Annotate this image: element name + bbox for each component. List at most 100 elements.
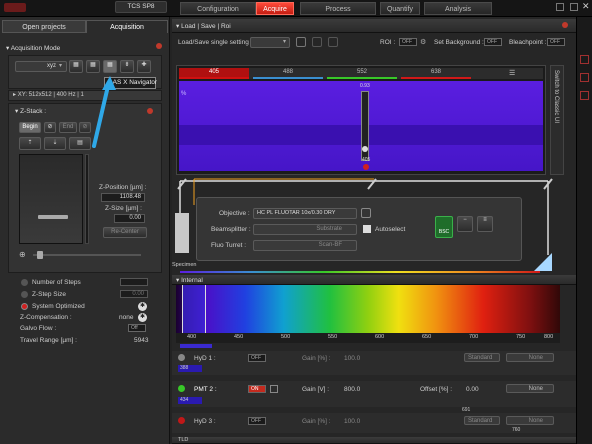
recenter-button[interactable]: Re-Center xyxy=(103,227,147,238)
minimize-icon[interactable] xyxy=(556,3,564,11)
move-up-icon[interactable]: ⇡ xyxy=(19,137,41,150)
lut-select[interactable]: None xyxy=(506,353,554,362)
spectrum-settings-icon[interactable]: ≡ xyxy=(477,216,493,232)
save-icon[interactable] xyxy=(296,37,306,47)
detector-toggle[interactable]: ON xyxy=(248,385,266,393)
tab-configuration[interactable]: Configuration xyxy=(180,2,256,15)
beam-gradient xyxy=(180,271,540,273)
lut-select[interactable]: None xyxy=(506,416,554,425)
laser-line-488[interactable]: 488 xyxy=(253,68,323,79)
slider-handle[interactable] xyxy=(362,146,368,152)
gain-value[interactable]: 100.0 xyxy=(344,418,360,425)
pin-icon[interactable] xyxy=(562,22,568,28)
tick-label: 450 xyxy=(234,334,244,340)
laser-line-405[interactable]: 405 xyxy=(179,68,249,79)
mode-select[interactable]: Standard xyxy=(464,353,500,362)
tab-process[interactable]: Process xyxy=(300,2,376,15)
settings-icon[interactable]: ✱ xyxy=(138,313,147,322)
setting-select[interactable]: ▾ xyxy=(250,37,290,48)
tab-analysis[interactable]: Analysis xyxy=(424,2,492,15)
bleachpoint-label: Bleachpoint : xyxy=(509,39,547,46)
list-icon[interactable]: ☰ xyxy=(509,69,521,78)
laser-on-indicator[interactable] xyxy=(363,164,369,170)
laser-line-552[interactable]: 552 xyxy=(327,68,397,79)
bleachpoint-toggle[interactable]: OFF xyxy=(547,38,565,46)
laser-line-638[interactable]: 638 xyxy=(401,68,471,79)
range-low: 388 xyxy=(178,365,202,372)
tool-icon[interactable] xyxy=(580,55,589,64)
gain-label: Gain [%] : xyxy=(302,418,331,425)
set-background-toggle[interactable]: OFF xyxy=(484,38,502,46)
tool-icon[interactable] xyxy=(580,91,589,100)
offset-value[interactable]: 0.00 xyxy=(466,386,479,393)
z-stack-mode-icon[interactable]: ⇟ xyxy=(120,60,134,73)
detector-toggle[interactable]: OFF xyxy=(248,354,266,362)
detector-radio[interactable] xyxy=(178,417,185,424)
num-steps-field[interactable] xyxy=(120,278,148,286)
z-position-track[interactable] xyxy=(19,154,83,244)
fluo-turret-select[interactable]: Scan-BF xyxy=(253,240,357,251)
z-size-field[interactable]: 0.00 xyxy=(114,214,145,223)
detector-radio[interactable] xyxy=(178,385,185,392)
tab-open-projects[interactable]: Open projects xyxy=(2,20,86,33)
zoom-slider[interactable] xyxy=(33,251,141,259)
mark-position-icon[interactable]: ✚ xyxy=(137,60,151,73)
detection-window[interactable] xyxy=(182,285,206,333)
beamsplitter-select[interactable]: Substrate xyxy=(253,224,357,235)
detector-toggle[interactable]: OFF xyxy=(248,417,266,425)
close-icon[interactable]: ✕ xyxy=(582,1,590,12)
tab-acquire[interactable]: Acquire xyxy=(256,2,294,15)
classic-ui-switch[interactable]: Switch to Classic UI xyxy=(550,65,564,175)
roi-toggle[interactable]: OFF xyxy=(399,38,417,46)
gain-value[interactable]: 800.0 xyxy=(344,386,360,393)
laser-panel: 405 488 552 638 ☰ % 0.93 405 xyxy=(176,65,546,175)
roi-settings-icon[interactable]: ⚙ xyxy=(420,38,428,46)
tick-label: 650 xyxy=(422,334,432,340)
right-toolbar xyxy=(576,17,592,444)
tab-acquisition[interactable]: Acquisition xyxy=(86,20,168,33)
bsc-button[interactable]: BSC xyxy=(435,216,453,238)
tool-icon[interactable] xyxy=(580,73,589,82)
minus-icon[interactable]: − xyxy=(457,216,473,232)
pin-icon[interactable] xyxy=(156,43,162,49)
galvo-flow-toggle[interactable]: Off xyxy=(128,324,146,332)
end-button[interactable]: End xyxy=(59,122,77,133)
zoom-handle[interactable] xyxy=(37,251,43,259)
zoom-icon[interactable]: ⊕ xyxy=(19,250,31,260)
slider-line-label: 405 xyxy=(362,157,371,163)
move-down-icon[interactable]: ⇣ xyxy=(44,137,66,150)
settings-icon[interactable] xyxy=(312,37,322,47)
xy-format-header[interactable]: ▸ XY: 512x512 | 400 Hz | 1 xyxy=(8,90,162,101)
z-position-field[interactable]: 1108.48 xyxy=(101,193,145,202)
begin-button[interactable]: Begin xyxy=(19,122,41,133)
delete-icon[interactable] xyxy=(328,37,338,47)
settings-icon[interactable]: ✱ xyxy=(138,302,147,311)
detector-settings-icon[interactable] xyxy=(270,385,278,393)
maximize-icon[interactable] xyxy=(570,3,578,11)
begin-clear-icon[interactable]: ⊘ xyxy=(44,122,56,133)
mode-select[interactable]: Standard xyxy=(464,416,500,425)
step-size-field[interactable]: 0.00 xyxy=(120,290,148,298)
gain-label: Gain [V] : xyxy=(302,386,330,393)
scan-mode-icon[interactable]: ▦ xyxy=(69,60,83,73)
pin-icon[interactable] xyxy=(147,108,153,114)
lut-select[interactable]: None xyxy=(506,384,554,393)
system-optimized-radio[interactable] xyxy=(21,303,28,310)
detector-name: PMT 2 : xyxy=(194,386,217,393)
tld-header[interactable]: TLD xyxy=(172,437,576,444)
tile-scan-icon[interactable]: ▦ xyxy=(86,60,100,73)
objective-select[interactable]: HC PL FLUOTAR 10x/0.30 DRY xyxy=(253,208,357,219)
num-steps-radio[interactable] xyxy=(21,279,28,286)
objective-info-icon[interactable] xyxy=(361,208,371,218)
autoselect-checkbox[interactable] xyxy=(363,225,371,233)
laser-405-slider[interactable] xyxy=(361,91,369,161)
z-position-handle[interactable] xyxy=(38,215,68,219)
detector-range-bar[interactable] xyxy=(180,344,212,348)
tab-quantify[interactable]: Quantify xyxy=(380,2,420,15)
system-name[interactable]: TCS SP8 xyxy=(115,1,167,13)
navigator-icon[interactable]: ▦ xyxy=(103,60,117,73)
detector-radio[interactable] xyxy=(178,354,185,361)
acquire-panel: ▾ Load | Save | Roi Load/Save single set… xyxy=(172,17,576,444)
step-size-radio[interactable] xyxy=(21,291,28,298)
gain-value[interactable]: 100.0 xyxy=(344,355,360,362)
